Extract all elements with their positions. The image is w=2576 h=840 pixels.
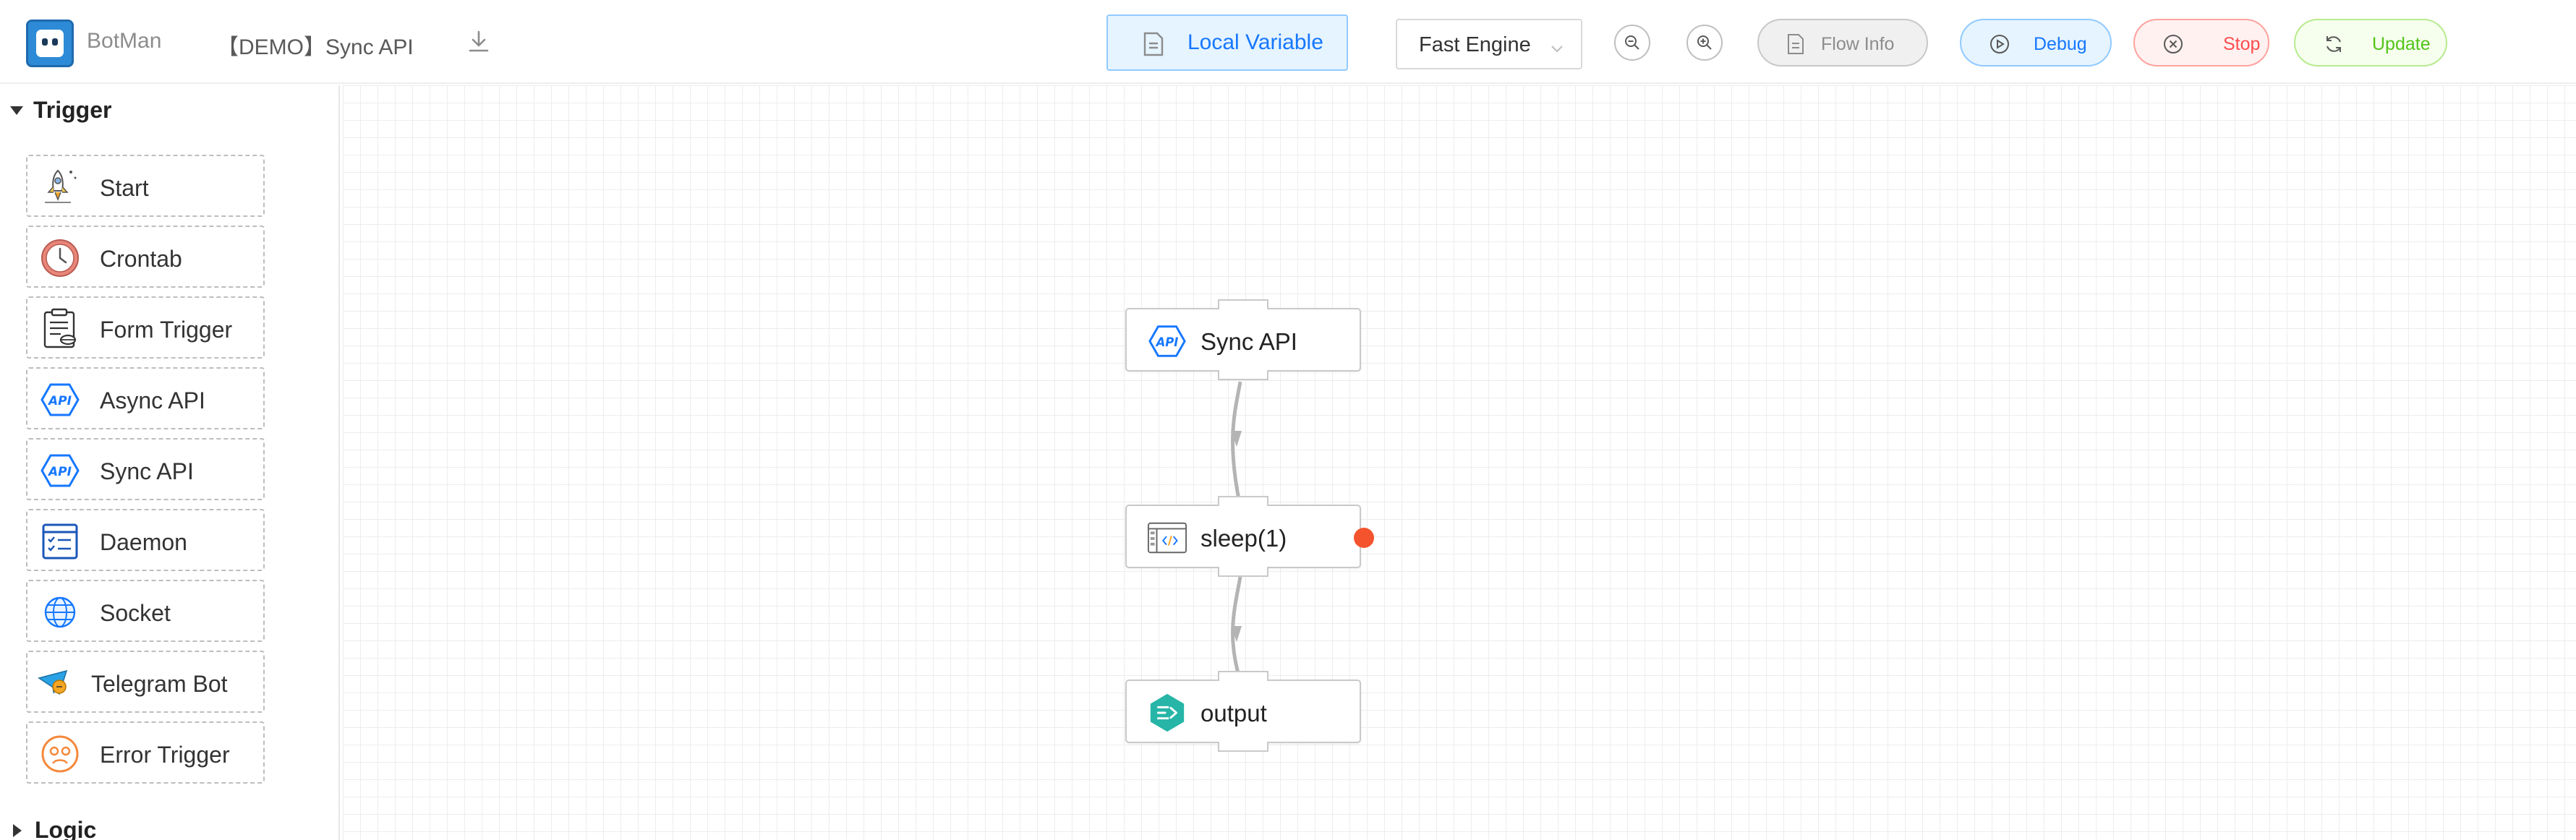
stop-button[interactable]: Stop (2133, 19, 2269, 67)
palette-item-label: Sync API (100, 458, 194, 484)
flow-node-label: sleep(1) (1200, 525, 1287, 552)
form-icon (43, 308, 77, 348)
chevron-down-icon (1551, 46, 1563, 53)
flow-edges (1231, 381, 1242, 679)
engine-select-value: Fast Engine (1419, 33, 1531, 56)
palette-item-label: Async API (100, 387, 205, 413)
update-button[interactable]: Update (2294, 19, 2447, 67)
play-circle-icon (1990, 35, 2009, 53)
api-icon: API (40, 454, 80, 487)
top-toolbar: BotMan 【DEMO】Sync API Local Variable Fas… (0, 0, 2576, 84)
app-name[interactable]: BotMan (87, 29, 161, 53)
palette-item-form-trigger[interactable]: Form Trigger (26, 296, 265, 359)
app-logo-icon[interactable] (26, 20, 74, 67)
node-output-port[interactable] (1218, 370, 1268, 380)
node-input-port[interactable] (1218, 299, 1268, 309)
local-variable-label: Local Variable (1187, 30, 1323, 54)
svg-text:API: API (47, 394, 72, 408)
checklist-icon (42, 523, 78, 560)
flow-node-label: Sync API (1200, 328, 1297, 355)
telegram-icon (38, 669, 68, 695)
local-variable-button[interactable]: Local Variable (1106, 14, 1348, 71)
palette-item-telegram-bot[interactable]: Telegram Bot (26, 651, 265, 713)
error-face-icon (41, 735, 79, 773)
update-label: Update (2372, 34, 2431, 54)
close-circle-icon (2164, 35, 2183, 53)
palette-item-daemon[interactable]: Daemon (26, 509, 265, 571)
palette-item-error-trigger[interactable]: Error Trigger (26, 721, 265, 784)
globe-icon (44, 596, 76, 628)
file-text-icon (1788, 34, 1804, 54)
palette-item-sync-api[interactable]: API Sync API (26, 438, 265, 500)
api-icon: API (1148, 325, 1186, 357)
zoom-out-icon (1625, 35, 1639, 50)
svg-text:API: API (47, 465, 72, 479)
flow-title: 【DEMO】Sync API (217, 35, 414, 59)
output-icon (1150, 693, 1185, 732)
error-output-port[interactable] (1354, 528, 1374, 548)
flow-info-button[interactable]: Flow Info (1757, 19, 1928, 67)
node-palette-sidebar: Trigger Start Crontab Form Trigger API A… (0, 85, 340, 840)
download-icon[interactable] (466, 29, 492, 55)
trigger-group-header[interactable]: Trigger (10, 97, 111, 124)
palette-item-label: Form Trigger (100, 317, 233, 343)
palette-item-label: Socket (100, 600, 171, 626)
node-output-port[interactable] (1218, 567, 1268, 577)
logic-group-title: Logic (35, 817, 97, 840)
zoom-in-button[interactable] (1686, 25, 1723, 61)
refresh-icon (2326, 36, 2341, 52)
node-input-port[interactable] (1218, 496, 1268, 506)
engine-select[interactable]: Fast Engine (1396, 19, 1582, 69)
palette-item-label: Crontab (100, 246, 182, 272)
code-icon (1147, 522, 1187, 554)
node-output-port[interactable] (1218, 742, 1268, 752)
flow-node-label: output (1200, 700, 1267, 727)
flow-info-label: Flow Info (1821, 34, 1895, 54)
palette-item-socket[interactable]: Socket (26, 580, 265, 642)
api-icon: API (40, 383, 80, 416)
palette-item-crontab[interactable]: Crontab (26, 226, 265, 288)
palette-item-async-api[interactable]: API Async API (26, 367, 265, 429)
palette-item-label: Start (100, 175, 149, 201)
clock-icon (41, 239, 79, 277)
debug-label: Debug (2034, 34, 2087, 54)
document-icon (1143, 32, 1164, 56)
palette-item-start[interactable]: Start (26, 155, 265, 217)
svg-text:API: API (1155, 335, 1179, 349)
trigger-group-title: Trigger (33, 97, 112, 123)
debug-button[interactable]: Debug (1960, 19, 2112, 67)
logic-group-header[interactable]: Logic (10, 817, 96, 840)
flow-node-output[interactable]: output (1125, 671, 1361, 752)
zoom-in-icon (1697, 35, 1712, 50)
flow-node-sleep[interactable]: sleep(1) (1125, 496, 1374, 577)
rocket-icon (45, 169, 77, 203)
flow-node-sync-api[interactable]: API Sync API (1125, 299, 1361, 380)
palette-item-label: Error Trigger (100, 742, 230, 768)
palette-item-label: Telegram Bot (91, 671, 228, 697)
node-input-port[interactable] (1218, 671, 1268, 681)
stop-label: Stop (2223, 34, 2261, 54)
caret-right-icon (13, 823, 22, 837)
zoom-out-button[interactable] (1614, 25, 1650, 61)
palette-item-label: Daemon (100, 529, 187, 555)
flow-canvas[interactable]: API Sync API sleep(1) output (343, 85, 2576, 840)
caret-down-icon (10, 106, 23, 115)
